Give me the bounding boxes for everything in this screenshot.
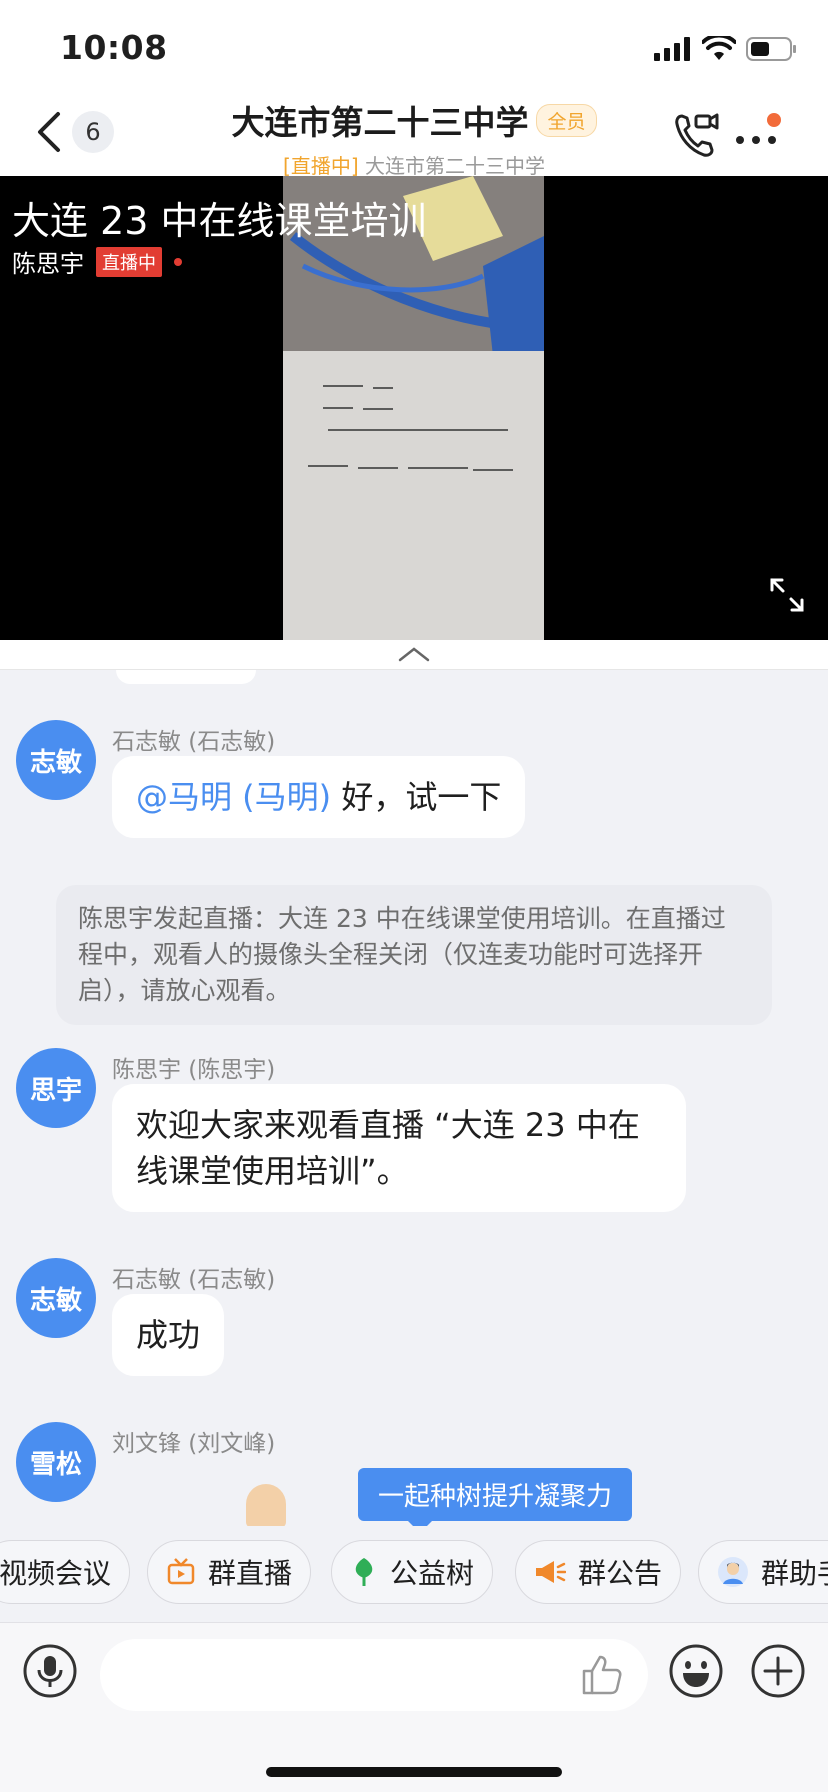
- live-video-player[interactable]: 大连 23 中在线课堂培训 陈思宇 直播中: [0, 176, 828, 640]
- call-button[interactable]: [672, 110, 720, 164]
- sender-name: 石志敏 (石志敏): [112, 1267, 276, 1293]
- live-tv-icon: [166, 1557, 196, 1587]
- more-actions-button[interactable]: [750, 1643, 806, 1703]
- emoji-sticker-image: [246, 1484, 286, 1528]
- chat-header: 6 大连市第二十三中学 全员 [直播中] 大连市第二十三中学: [0, 96, 828, 178]
- all-members-badge: 全员: [536, 103, 597, 137]
- battery-icon: [746, 37, 796, 61]
- tool-label: 群公告: [578, 1557, 663, 1590]
- subtitle-text: 大连市第二十三中学: [364, 154, 545, 178]
- avatar[interactable]: 雪松: [16, 1422, 96, 1502]
- video-phone-icon: [675, 113, 719, 157]
- live-dot: [174, 257, 182, 266]
- message-text: 好，试一下: [331, 778, 502, 816]
- tree-tooltip[interactable]: 一起种树提升凝聚力: [358, 1468, 633, 1533]
- wifi-icon: [702, 36, 736, 60]
- collapse-video-handle[interactable]: [0, 640, 828, 670]
- avatar[interactable]: 志敏: [16, 720, 96, 800]
- sender-name: 陈思宇 (陈思宇): [112, 1057, 276, 1083]
- message-bubble[interactable]: @马明 (马明) 好，试一下: [112, 756, 526, 838]
- message-input[interactable]: [100, 1639, 648, 1711]
- live-tag: 直播中: [96, 246, 162, 277]
- home-indicator[interactable]: [266, 1767, 562, 1777]
- more-button[interactable]: [734, 112, 782, 156]
- status-bar: 10:08: [0, 0, 828, 96]
- sender-name: 刘文锋 (刘文峰): [112, 1431, 276, 1457]
- signal-icon: [654, 37, 690, 61]
- message-bubble[interactable]: 成功: [112, 1294, 225, 1376]
- video-frame: [283, 176, 544, 640]
- tool-charity-tree[interactable]: 公益树: [331, 1540, 494, 1604]
- plus-icon: [751, 1644, 805, 1698]
- more-dots-icon: [736, 113, 781, 144]
- thumbs-up-icon: [582, 1655, 622, 1695]
- emoji-button[interactable]: [668, 1643, 724, 1703]
- tool-video-meeting[interactable]: 视频会议: [0, 1540, 131, 1604]
- video-title: 大连 23 中在线课堂培训: [12, 199, 427, 243]
- chat-message-list[interactable]: 志敏 石志敏 (石志敏) @马明 (马明) 好，试一下 陈思宇发起直播：大连 2…: [0, 670, 828, 1520]
- thumbs-up-button[interactable]: [580, 1653, 624, 1701]
- chevron-up-icon: [398, 647, 430, 662]
- microphone-icon: [23, 1644, 77, 1698]
- quick-tools-bar[interactable]: 视频会议 群直播 公益树 群公告 群助手: [0, 1526, 828, 1622]
- assistant-avatar-icon: [717, 1556, 749, 1588]
- video-scene-image: [283, 176, 544, 640]
- megaphone-icon: [534, 1558, 566, 1586]
- voice-button[interactable]: [22, 1643, 78, 1703]
- live-status-text: [直播中]: [283, 154, 359, 178]
- group-title[interactable]: 大连市第二十三中学: [231, 96, 528, 144]
- tool-announcement[interactable]: 群公告: [515, 1540, 682, 1604]
- tool-group-live[interactable]: 群直播: [147, 1540, 312, 1604]
- status-time: 10:08: [60, 28, 168, 67]
- message-text: 欢迎大家来观看直播 “大连 23 中在线课堂使用培训”。: [136, 1106, 640, 1190]
- system-message: 陈思宇发起直播：大连 23 中在线课堂使用培训。在直播过程中，观看人的摄像头全程…: [56, 885, 772, 1025]
- fullscreen-button[interactable]: [768, 576, 806, 618]
- message-text: 成功: [136, 1316, 201, 1354]
- message-bubble[interactable]: 欢迎大家来观看直播 “大连 23 中在线课堂使用培训”。: [112, 1084, 686, 1212]
- avatar[interactable]: 思宇: [16, 1048, 96, 1128]
- tool-label: 群助手: [761, 1557, 828, 1590]
- status-icons: [654, 36, 798, 62]
- mention-link[interactable]: @马明 (马明): [136, 778, 331, 816]
- tree-icon: [350, 1556, 378, 1588]
- message-input-area: [0, 1622, 828, 1792]
- video-presenter: 陈思宇 直播中: [12, 244, 182, 279]
- expand-icon: [770, 578, 804, 612]
- partial-message-bubble: [116, 670, 256, 684]
- tool-group-assistant[interactable]: 群助手: [698, 1540, 828, 1604]
- avatar[interactable]: 志敏: [16, 1258, 96, 1338]
- presenter-name: 陈思宇: [12, 250, 84, 278]
- tool-label: 公益树: [390, 1557, 475, 1590]
- tool-label: 视频会议: [0, 1557, 112, 1590]
- smiley-icon: [669, 1644, 723, 1698]
- sender-name: 石志敏 (石志敏): [112, 729, 276, 755]
- tool-label: 群直播: [208, 1557, 293, 1590]
